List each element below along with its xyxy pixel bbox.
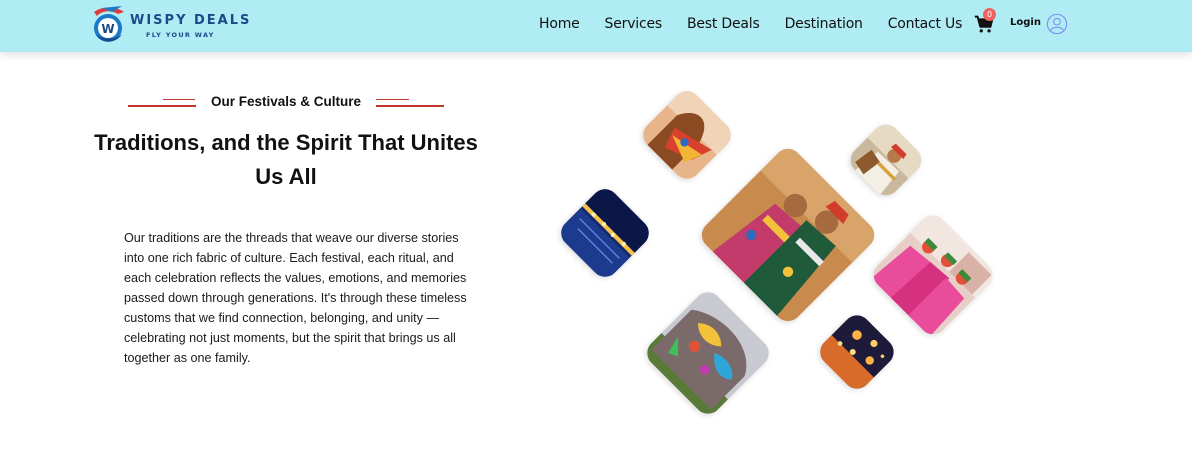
section-title: Traditions, and the Spirit That Unites U… [94, 130, 478, 189]
top-navbar: W WISPY DEALS FLY YOUR WAY Home Services… [0, 0, 1192, 52]
nav-link-services[interactable]: Services [605, 16, 663, 32]
sky-lanterns-photo [814, 309, 900, 395]
painted-elephant-photo [641, 286, 775, 420]
brand-tagline: FLY YOUR WAY [146, 31, 215, 39]
main-nav: Home Services Best Deals Destination Con… [539, 16, 962, 32]
nav-link-best-deals[interactable]: Best Deals [687, 16, 760, 32]
plane-globe-logo-icon: W [94, 6, 124, 42]
brand-logo[interactable]: W WISPY DEALS FLY YOUR WAY [88, 4, 252, 48]
folk-musician-photo [844, 118, 928, 202]
login-link[interactable]: Login [1010, 17, 1041, 28]
brand-name: WISPY DEALS [130, 13, 252, 28]
eyebrow-label: Our Festivals & Culture [210, 94, 362, 109]
nav-link-destination[interactable]: Destination [785, 16, 863, 32]
women-in-pink-photo [867, 209, 999, 341]
section-eyebrow: Our Festivals & Culture [128, 92, 444, 114]
nav-link-contact-us[interactable]: Contact Us [888, 16, 963, 32]
section-body: Our traditions are the threads that weav… [124, 231, 467, 365]
cart-count-badge: 0 [983, 8, 996, 21]
dancers-couple-photo [696, 143, 880, 327]
festival-gallery [550, 85, 1010, 425]
svg-text:W: W [101, 22, 114, 36]
river-lights-photo [555, 183, 655, 283]
nav-link-home[interactable]: Home [539, 16, 580, 32]
user-circle-icon[interactable] [1046, 13, 1068, 35]
camel-festival-photo [637, 85, 737, 185]
